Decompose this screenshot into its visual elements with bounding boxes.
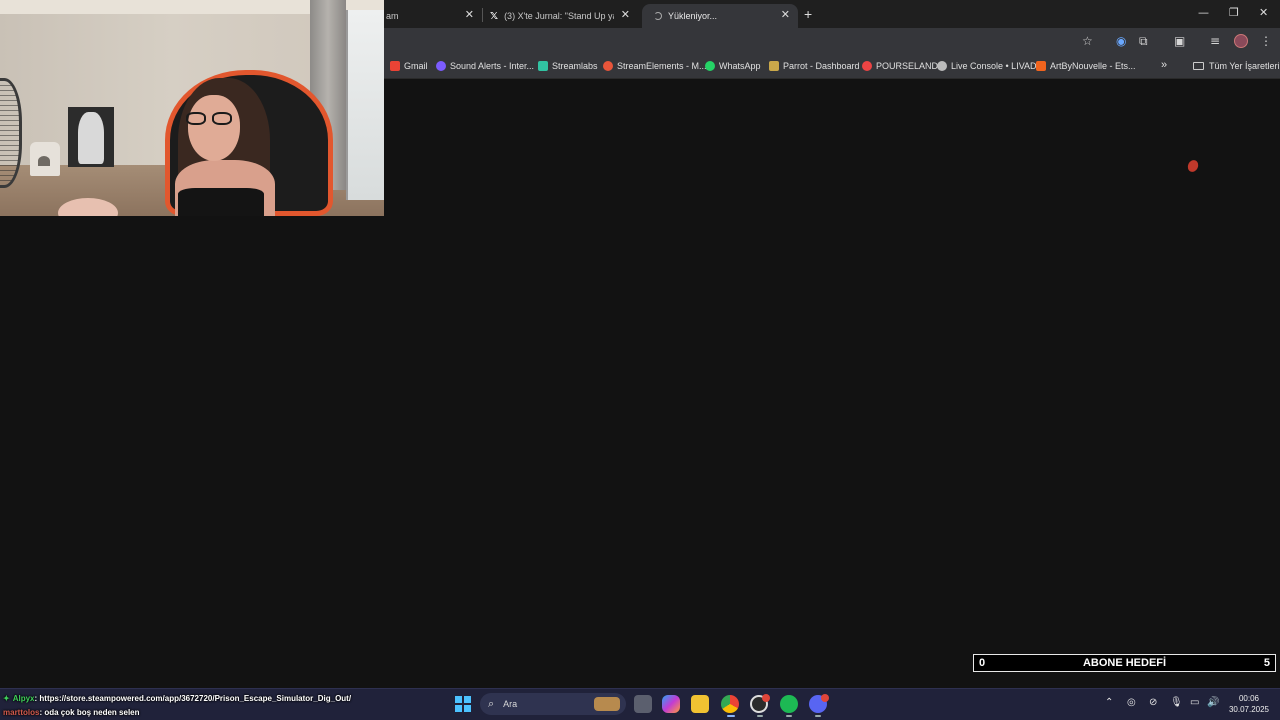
tab-partial[interactable]: am ✕ [386, 4, 482, 28]
profile-avatar[interactable] [1234, 34, 1248, 48]
chat-text: oda çok boş neden selen [44, 708, 140, 717]
search-highlight-image [594, 697, 620, 711]
chrome-icon[interactable] [721, 695, 739, 713]
bookmark-gmail[interactable]: Gmail [390, 61, 428, 71]
stream-chat-overlay: ✦ Alpyx: https://store.steampowered.com/a… [3, 692, 351, 720]
network-off-icon[interactable]: ⊘ [1149, 697, 1157, 708]
clock-time: 00:06 [1238, 694, 1260, 703]
start-button[interactable] [455, 696, 471, 712]
parrot-icon [769, 61, 779, 71]
taskbar-search[interactable]: ⌕ Ara [480, 693, 626, 715]
livad-icon [937, 61, 947, 71]
star-icon[interactable]: ☆ [1082, 34, 1093, 48]
tab-close-icon[interactable]: ✕ [465, 8, 474, 21]
tab-loading[interactable]: Yükleniyor... ✕ [642, 4, 798, 28]
menu-icon[interactable]: ⋮ [1260, 34, 1272, 48]
pourseland-icon [862, 61, 872, 71]
sub-goal-title: ABONE HEDEFİ [1082, 657, 1167, 669]
bookmark-whatsapp[interactable]: WhatsApp [705, 61, 761, 71]
folder-icon [1193, 62, 1204, 70]
all-bookmarks-button[interactable]: Tüm Yer İşaretleri [1193, 61, 1280, 71]
loading-spinner-icon [654, 12, 662, 20]
clock-date: 30.07.2025 [1228, 705, 1270, 714]
cast-icon[interactable]: ◉ [1116, 34, 1126, 48]
tab-close-icon[interactable]: ✕ [781, 8, 790, 21]
taskbar-clock[interactable]: 00:06 30.07.2025 [1226, 693, 1272, 715]
chat-username: Alpyx [12, 694, 35, 703]
sub-goal-target: 5 [1263, 657, 1270, 669]
streamelements-icon [603, 61, 613, 71]
whatsapp-icon [705, 61, 715, 71]
new-tab-button[interactable]: + [804, 6, 812, 22]
tab-search-icon[interactable]: ▣ [1174, 34, 1185, 48]
sub-goal-bar: ABONE HEDEFİ 0 5 [973, 654, 1276, 672]
chat-message: marttolos: oda çok boş neden selen [3, 708, 140, 717]
tab-x-jurnal[interactable]: 𝕏 (3) X'te Jurnal: "Stand Up yapan ✕ [490, 4, 638, 28]
volume-icon[interactable]: 🔊 [1207, 697, 1219, 708]
streamlabs-icon [538, 61, 548, 71]
sound-alerts-icon [436, 61, 446, 71]
reading-list-icon[interactable]: ≡ [1210, 34, 1220, 48]
task-view-icon[interactable] [634, 695, 652, 713]
streamer-face-image [188, 95, 240, 161]
search-icon: ⌕ [488, 697, 495, 710]
bookmark-parrot[interactable]: Parrot - Dashboard [769, 61, 860, 71]
minimize-button[interactable]: — [1198, 6, 1209, 19]
tab-close-icon[interactable]: ✕ [621, 8, 630, 21]
chat-message: ✦ Alpyx: https://store.steampowered.com/a… [3, 694, 352, 703]
gmail-icon [390, 61, 400, 71]
microphone-icon[interactable]: 🎙 [1170, 697, 1183, 708]
tab-separator [482, 8, 483, 22]
bookmark-etsy[interactable]: ArtByNouvelle - Ets... [1036, 61, 1136, 71]
grammarly-icon[interactable]: ◎ [1127, 697, 1136, 708]
discord-badge [821, 694, 829, 702]
sub-goal-current: 0 [979, 657, 986, 669]
close-window-button[interactable]: ✕ [1259, 6, 1268, 19]
chat-badge-icon: ✦ [3, 694, 10, 703]
file-explorer-icon[interactable] [691, 695, 709, 713]
bookmarks-overflow-button[interactable]: » [1161, 59, 1167, 71]
bookmark-pourseland[interactable]: POURSELAND [862, 61, 938, 71]
maximize-button[interactable]: ❐ [1229, 6, 1239, 19]
extensions-icon[interactable]: ⧉ [1139, 34, 1148, 49]
bookmark-livad[interactable]: Live Console • LIVAD [937, 61, 1037, 71]
obs-badge [762, 694, 770, 702]
chat-text: https://store.steampowered.com/app/36727… [39, 694, 352, 703]
copilot-icon[interactable] [662, 695, 680, 713]
chat-username: marttolos [3, 708, 40, 717]
bookmark-streamlabs[interactable]: Streamlabs [538, 61, 598, 71]
bookmark-sound-alerts[interactable]: Sound Alerts - Inter... [436, 61, 534, 71]
tray-overflow-icon[interactable]: ⌃ [1105, 697, 1113, 708]
spotify-icon[interactable] [780, 695, 798, 713]
display-icon[interactable]: ▭ [1190, 697, 1199, 708]
webcam-overlay [0, 0, 384, 216]
bookmark-streamelements[interactable]: StreamElements - M... [603, 61, 707, 71]
etsy-icon [1036, 61, 1046, 71]
x-logo-icon: 𝕏 [490, 10, 499, 22]
